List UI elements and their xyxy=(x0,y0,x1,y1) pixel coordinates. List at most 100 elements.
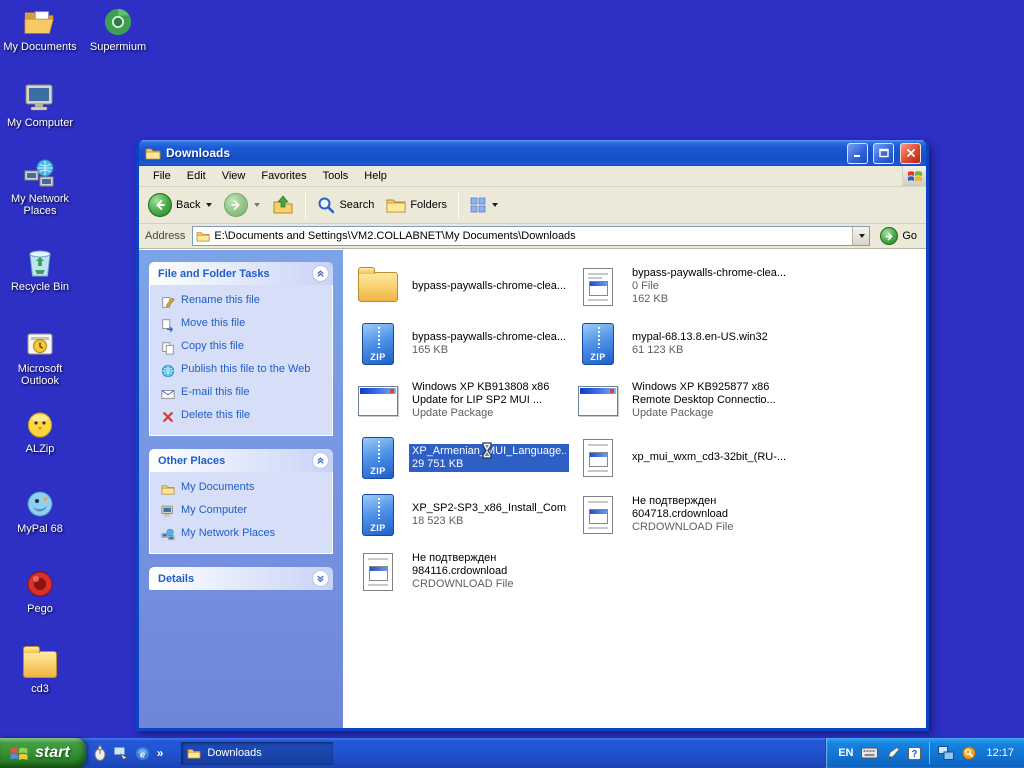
folders-button[interactable]: Folders xyxy=(381,194,452,216)
address-input[interactable]: E:\Documents and Settings\VM2.COLLABNET\… xyxy=(192,226,871,246)
task-publish-this-file[interactable]: Publish this file to the Web xyxy=(160,363,326,378)
menu-bar: File Edit View Favorites Tools Help xyxy=(139,166,926,187)
desktop-icon-my-network-places[interactable]: My Network Places xyxy=(2,158,78,217)
desktop-icon-label: Microsoft Outlook xyxy=(17,363,63,387)
section-header[interactable]: Details xyxy=(149,567,333,590)
quick-launch: e » xyxy=(86,745,172,761)
task-rename-this-file[interactable]: Rename this file xyxy=(160,294,326,309)
address-label: Address xyxy=(145,230,186,242)
pen-input-icon[interactable] xyxy=(886,746,900,760)
show-desktop-icon[interactable] xyxy=(113,746,128,760)
section-header[interactable]: File and Folder Tasks xyxy=(149,262,333,285)
menu-edit[interactable]: Edit xyxy=(179,167,214,185)
title-bar[interactable]: Downloads xyxy=(139,140,926,166)
file-tile-selected[interactable]: XP_Armenian_MUI_Language... 29 751 KB xyxy=(353,429,573,486)
desktop-icon-my-computer[interactable]: My Computer xyxy=(2,82,78,129)
task-email-this-file[interactable]: E-mail this file xyxy=(160,386,326,401)
go-label: Go xyxy=(902,230,917,242)
mouse-settings-icon[interactable] xyxy=(94,745,106,761)
file-size: 29 751 KB xyxy=(412,457,464,470)
file-tile[interactable]: Не подтвержден 984116.crdownload CRDOWNL… xyxy=(353,543,573,600)
chevron-up-icon[interactable] xyxy=(312,265,329,282)
file-type: Update Package xyxy=(632,407,714,419)
back-icon xyxy=(148,193,172,217)
go-button[interactable]: Go xyxy=(874,227,923,245)
desktop-icon-mypal-68[interactable]: MyPal 68 xyxy=(2,488,78,535)
menu-view[interactable]: View xyxy=(214,167,254,185)
forward-button[interactable] xyxy=(219,190,265,220)
recycle-bin-icon xyxy=(23,246,57,278)
file-size: 165 KB xyxy=(412,343,449,356)
folder-icon xyxy=(355,266,401,302)
file-type: CRDOWNLOAD File xyxy=(632,521,734,533)
close-button[interactable] xyxy=(900,142,921,164)
file-text: XP_SP2-SP3_x86_Install_Com... 18 523 KB xyxy=(409,501,569,529)
views-icon xyxy=(470,197,486,213)
desktop-icon-pego[interactable]: Pego xyxy=(2,568,78,615)
file-tile[interactable]: bypass-paywalls-chrome-clea... 0 File 16… xyxy=(573,258,793,315)
menu-file[interactable]: File xyxy=(145,167,179,185)
desktop-icon-cd3[interactable]: cd3 xyxy=(2,645,78,695)
unknown-file-icon xyxy=(355,552,401,591)
file-tile[interactable]: xp_mui_wxm_cd3-32bit_(RU-... xyxy=(573,429,793,486)
address-folder-icon xyxy=(196,230,210,242)
clock[interactable]: 12:17 xyxy=(984,747,1014,759)
back-button[interactable]: Back xyxy=(143,190,217,220)
folder-icon xyxy=(187,747,201,759)
quick-launch-overflow-chevron[interactable]: » xyxy=(157,746,164,760)
keyboard-icon[interactable] xyxy=(861,747,879,759)
desktop-icon-alzip[interactable]: ALZip xyxy=(2,408,78,455)
task-pane: File and Folder Tasks Rename this file M… xyxy=(139,250,343,728)
menu-tools[interactable]: Tools xyxy=(315,167,357,185)
search-button[interactable]: Search xyxy=(312,193,379,217)
file-tile[interactable]: bypass-paywalls-chrome-clea... xyxy=(353,258,573,315)
desktop-icon-label: My Documents xyxy=(3,41,77,53)
file-name-2: 604718.crdownload xyxy=(632,508,729,520)
task-label: Move this file xyxy=(181,317,246,329)
forward-dropdown-icon xyxy=(254,203,261,207)
help-status-icon[interactable]: ? xyxy=(908,746,922,760)
place-my-computer[interactable]: My Computer xyxy=(160,504,326,519)
desktop-icon-label: ALZip xyxy=(25,443,55,455)
chevron-down-icon[interactable] xyxy=(312,570,329,587)
file-tile[interactable]: XP_SP2-SP3_x86_Install_Com... 18 523 KB xyxy=(353,486,573,543)
browser-icon[interactable]: e xyxy=(135,746,150,761)
taskbar: start e » Downloads EN ? 12:17 xyxy=(0,738,1024,768)
start-button[interactable]: start xyxy=(0,738,86,768)
address-path: E:\Documents and Settings\VM2.COLLABNET\… xyxy=(214,230,576,242)
maximize-button[interactable] xyxy=(873,142,894,164)
minimize-button[interactable] xyxy=(847,142,868,164)
desktop-icon-recycle-bin[interactable]: Recycle Bin xyxy=(2,246,78,293)
menu-help[interactable]: Help xyxy=(356,167,395,185)
taskbar-button-downloads[interactable]: Downloads xyxy=(181,741,334,765)
place-my-documents[interactable]: My Documents xyxy=(160,481,326,496)
file-tile[interactable]: Не подтвержден 604718.crdownload CRDOWNL… xyxy=(573,486,793,543)
file-tile[interactable]: mypal-68.13.8.en-US.win32 61 123 KB xyxy=(573,315,793,372)
place-my-network-places[interactable]: My Network Places xyxy=(160,527,326,542)
folders-icon xyxy=(386,197,406,213)
address-dropdown-button[interactable] xyxy=(852,227,870,245)
file-type: 0 File xyxy=(632,280,659,292)
network-status-icon[interactable] xyxy=(938,746,955,760)
desktop-icon-supermium[interactable]: Supermium xyxy=(80,6,156,53)
file-list-area[interactable]: bypass-paywalls-chrome-clea... bypass-pa… xyxy=(343,250,926,728)
search-tray-icon[interactable] xyxy=(962,746,976,760)
file-text: Windows XP KB913808 x86 Update for LIP S… xyxy=(409,380,552,421)
task-move-this-file[interactable]: Move this file xyxy=(160,317,326,332)
chevron-up-icon[interactable] xyxy=(312,452,329,469)
file-tile[interactable]: Windows XP KB925877 x86 Remote Desktop C… xyxy=(573,372,793,429)
desktop-icon-my-documents[interactable]: My Documents xyxy=(2,6,78,53)
toolbar-separator xyxy=(458,192,460,218)
desktop-icon-label: Pego xyxy=(27,603,53,615)
file-tile[interactable]: Windows XP KB913808 x86 Update for LIP S… xyxy=(353,372,573,429)
section-header[interactable]: Other Places xyxy=(149,449,333,472)
file-text: Не подтвержден 984116.crdownload CRDOWNL… xyxy=(409,551,516,592)
desktop-icon-microsoft-outlook[interactable]: Microsoft Outlook xyxy=(2,328,78,387)
task-copy-this-file[interactable]: Copy this file xyxy=(160,340,326,355)
file-tile[interactable]: bypass-paywalls-chrome-clea... 165 KB xyxy=(353,315,573,372)
task-delete-this-file[interactable]: Delete this file xyxy=(160,409,326,424)
up-button[interactable] xyxy=(267,192,299,218)
views-button[interactable] xyxy=(465,194,503,216)
menu-favorites[interactable]: Favorites xyxy=(253,167,314,185)
language-indicator[interactable]: EN xyxy=(838,747,853,759)
